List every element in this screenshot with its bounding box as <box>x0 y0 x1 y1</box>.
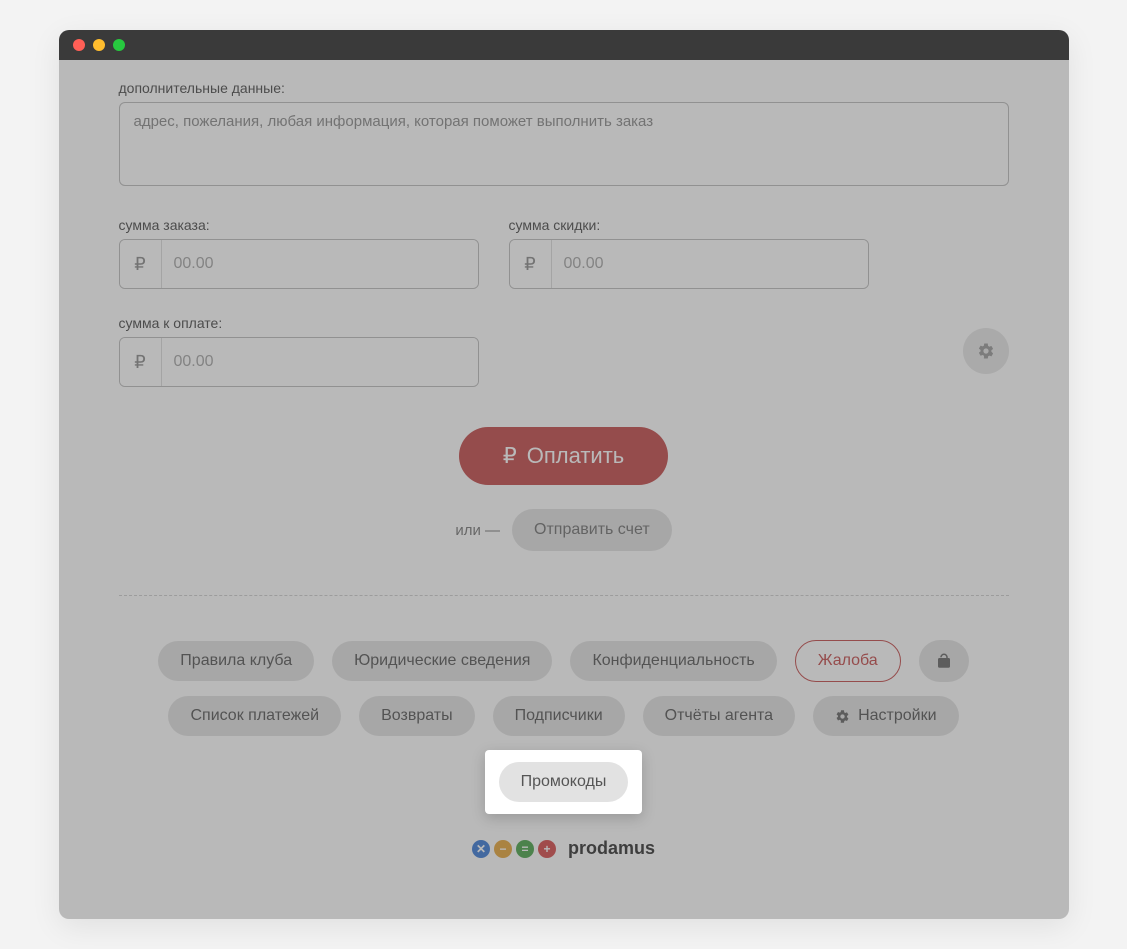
complaint-link[interactable]: Жалоба <box>795 640 901 682</box>
discount-sum-field: сумма скидки: ₽ <box>509 217 869 289</box>
brand-row: ✕ − = + prodamus <box>139 838 989 859</box>
club-rules-link[interactable]: Правила клуба <box>158 641 314 681</box>
pay-sum-field: сумма к оплате: ₽ <box>119 315 479 387</box>
window-titlebar <box>59 30 1069 60</box>
window-minimize-icon[interactable] <box>93 39 105 51</box>
promocodes-link[interactable]: Промокоды <box>499 762 629 802</box>
window-maximize-icon[interactable] <box>113 39 125 51</box>
alt-row: или — Отправить счет <box>119 509 1009 551</box>
brand-plus-icon: + <box>538 840 556 858</box>
discount-sum-input-group: ₽ <box>509 239 869 289</box>
pay-button[interactable]: ₽ Оплатить <box>459 427 669 485</box>
brand-minus-icon: − <box>494 840 512 858</box>
ruble-icon: ₽ <box>120 338 162 386</box>
pay-button-label: Оплатить <box>527 443 625 469</box>
pay-sum-input-group: ₽ <box>119 337 479 387</box>
unlock-button[interactable] <box>919 640 969 682</box>
window-close-icon[interactable] <box>73 39 85 51</box>
additional-data-label: дополнительные данные: <box>119 80 1009 96</box>
gear-icon <box>835 709 850 724</box>
ruble-icon: ₽ <box>510 240 552 288</box>
send-invoice-button[interactable]: Отправить счет <box>512 509 672 551</box>
ruble-icon: ₽ <box>120 240 162 288</box>
pay-row: ₽ Оплатить <box>119 427 1009 485</box>
gear-icon <box>977 342 995 360</box>
footer-pills: Правила клуба Юридические сведения Конфи… <box>139 640 989 814</box>
settings-link[interactable]: Настройки <box>813 696 958 736</box>
pay-sum-label: сумма к оплате: <box>119 315 479 331</box>
order-sum-field: сумма заказа: ₽ <box>119 217 479 289</box>
promocodes-highlight: Промокоды <box>485 750 643 814</box>
pay-sum-input[interactable] <box>162 338 478 386</box>
alt-text: или — <box>455 522 500 539</box>
ruble-icon: ₽ <box>503 443 517 469</box>
content-wrap: дополнительные данные: сумма заказа: ₽ с… <box>59 60 1069 919</box>
sums-row-2: сумма к оплате: ₽ <box>119 315 1009 387</box>
agent-reports-link[interactable]: Отчёты агента <box>643 696 795 736</box>
discount-sum-input[interactable] <box>552 240 868 288</box>
privacy-link[interactable]: Конфиденциальность <box>570 641 776 681</box>
form-content: дополнительные данные: сумма заказа: ₽ с… <box>59 60 1069 919</box>
brand-x-icon: ✕ <box>472 840 490 858</box>
order-sum-input[interactable] <box>162 240 478 288</box>
subscribers-link[interactable]: Подписчики <box>493 696 625 736</box>
footer: Правила клуба Юридические сведения Конфи… <box>119 596 1009 879</box>
payments-list-link[interactable]: Список платежей <box>168 696 341 736</box>
order-sum-label: сумма заказа: <box>119 217 479 233</box>
unlock-icon <box>935 652 953 670</box>
settings-gear-button[interactable] <box>963 328 1009 374</box>
app-window: дополнительные данные: сумма заказа: ₽ с… <box>59 30 1069 919</box>
refunds-link[interactable]: Возвраты <box>359 696 475 736</box>
additional-data-input[interactable] <box>119 102 1009 186</box>
legal-link[interactable]: Юридические сведения <box>332 641 552 681</box>
sums-row-1: сумма заказа: ₽ сумма скидки: ₽ <box>119 217 1009 289</box>
brand-name: prodamus <box>568 838 655 859</box>
settings-link-label: Настройки <box>858 707 936 725</box>
discount-sum-label: сумма скидки: <box>509 217 869 233</box>
order-sum-input-group: ₽ <box>119 239 479 289</box>
brand-equals-icon: = <box>516 840 534 858</box>
